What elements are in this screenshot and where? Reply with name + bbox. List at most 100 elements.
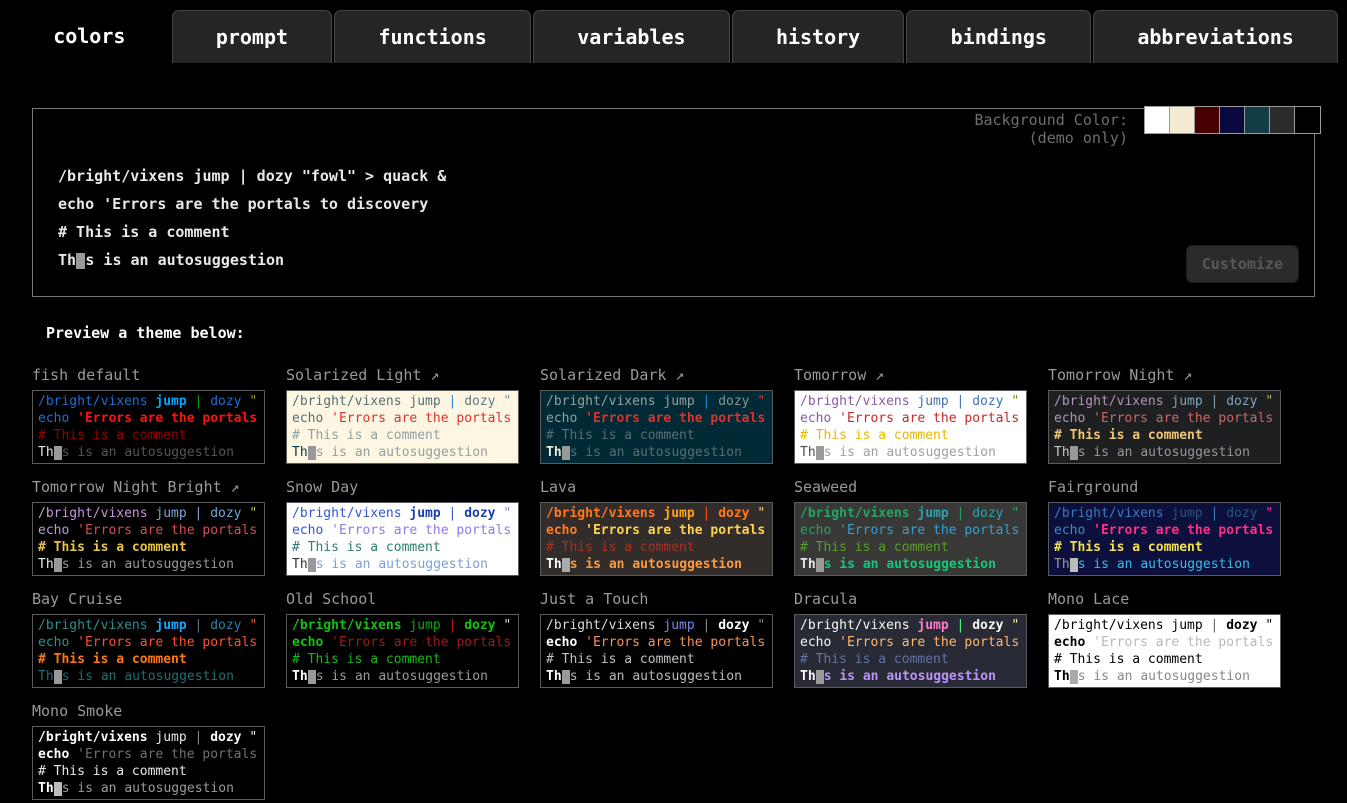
theme-solarized-light[interactable]: Solarized Light ↗/bright/vixens jump | d… — [286, 365, 519, 464]
theme-preview[interactable]: /bright/vixens jump | dozy "echo 'Errors… — [286, 502, 519, 576]
code-line: /bright/vixens jump | dozy " — [546, 505, 767, 522]
code-line: Th s is an autosuggestion — [38, 556, 259, 573]
tab-abbreviations[interactable]: abbreviations — [1093, 10, 1338, 63]
theme-lava[interactable]: Lava/bright/vixens jump | dozy "echo 'Er… — [540, 477, 773, 576]
code-segment: /bright/vixens — [292, 506, 409, 521]
code-line: # This is a comment — [38, 539, 259, 556]
theme-preview[interactable]: /bright/vixens jump | dozy "echo 'Errors… — [540, 502, 773, 576]
code-segment: | — [195, 506, 211, 521]
code-segment: echo — [38, 635, 77, 650]
theme-preview[interactable]: /bright/vixens jump | dozy "echo 'Errors… — [286, 614, 519, 688]
code-segment: " — [1265, 618, 1273, 633]
theme-tomorrow-night-bright[interactable]: Tomorrow Night Bright ↗/bright/vixens ju… — [32, 477, 265, 576]
background-color-label-line1: Background Color: — [974, 111, 1128, 129]
tab-functions[interactable]: functions — [334, 10, 531, 63]
code-segment: # This is a comment — [1054, 540, 1203, 555]
code-line: echo 'Errors are the portals — [800, 410, 1021, 427]
tab-colors[interactable]: colors — [9, 6, 170, 63]
code-line: echo 'Errors are the portals — [546, 634, 767, 651]
external-link-icon[interactable]: ↗ — [421, 366, 439, 384]
theme-solarized-dark[interactable]: Solarized Dark ↗/bright/vixens jump | do… — [540, 365, 773, 464]
bg-swatch-3[interactable] — [1195, 107, 1220, 133]
theme-preview[interactable]: /bright/vixens jump | dozy "echo 'Errors… — [794, 502, 1027, 576]
bg-swatch-7[interactable] — [1295, 107, 1320, 133]
theme-mono-smoke[interactable]: Mono Smoke/bright/vixens jump | dozy "ec… — [32, 701, 265, 800]
theme-preview[interactable]: /bright/vixens jump | dozy "echo 'Errors… — [32, 502, 265, 576]
theme-preview[interactable]: /bright/vixens jump | dozy "echo 'Errors… — [540, 614, 773, 688]
theme-fish-default[interactable]: fish default/bright/vixens jump | dozy "… — [32, 365, 265, 464]
code-segment: s is an autosuggestion — [1078, 445, 1250, 460]
code-segment: s is an autosuggestion — [62, 669, 234, 684]
code-line: # This is a comment — [292, 539, 513, 556]
external-link-icon[interactable]: ↗ — [222, 478, 240, 496]
code-segment: dozy — [464, 394, 503, 409]
theme-seaweed[interactable]: Seaweed/bright/vixens jump | dozy "echo … — [794, 477, 1027, 576]
code-segment: | — [957, 394, 973, 409]
theme-just-a-touch[interactable]: Just a Touch/bright/vixens jump | dozy "… — [540, 589, 773, 688]
external-link-icon[interactable]: ↗ — [866, 366, 884, 384]
tab-bindings[interactable]: bindings — [906, 10, 1091, 63]
external-link-icon[interactable]: ↗ — [666, 366, 684, 384]
bg-swatch-4[interactable] — [1220, 107, 1245, 133]
theme-preview[interactable]: /bright/vixens jump | dozy "echo 'Errors… — [1048, 614, 1281, 688]
theme-bay-cruise[interactable]: Bay Cruise/bright/vixens jump | dozy "ec… — [32, 589, 265, 688]
theme-fairground[interactable]: Fairground/bright/vixens jump | dozy "ec… — [1048, 477, 1281, 576]
code-line: echo 'Errors are the portals — [800, 522, 1021, 539]
theme-preview[interactable]: /bright/vixens jump | dozy "echo 'Errors… — [32, 726, 265, 800]
theme-mono-lace[interactable]: Mono Lace/bright/vixens jump | dozy "ech… — [1048, 589, 1281, 688]
code-line: # This is a comment — [800, 651, 1021, 668]
bg-swatch-1[interactable] — [1145, 107, 1170, 133]
code-line: echo 'Errors are the portals — [1054, 634, 1275, 651]
tab-prompt[interactable]: prompt — [172, 10, 333, 63]
code-line: Th s is an autosuggestion — [38, 444, 259, 461]
code-line: echo 'Errors are the portals — [38, 746, 259, 763]
code-segment: jump — [917, 506, 956, 521]
cursor-block — [1070, 558, 1078, 572]
theme-title: Bay Cruise — [32, 589, 265, 609]
bg-swatch-2[interactable] — [1170, 107, 1195, 133]
theme-preview[interactable]: /bright/vixens jump | dozy "echo 'Errors… — [1048, 502, 1281, 576]
bg-swatch-5[interactable] — [1245, 107, 1270, 133]
code-line: # This is a comment — [546, 539, 767, 556]
tab-bar: colorspromptfunctionsvariableshistorybin… — [0, 0, 1347, 63]
code-segment: " — [249, 618, 257, 633]
theme-preview[interactable]: /bright/vixens jump | dozy "echo 'Errors… — [540, 390, 773, 464]
cursor-block — [816, 558, 824, 572]
background-color-label: Background Color: (demo only) — [974, 111, 1128, 147]
theme-preview[interactable]: /bright/vixens jump | dozy "echo 'Errors… — [32, 390, 265, 464]
bg-swatch-6[interactable] — [1270, 107, 1295, 133]
external-link-icon[interactable]: ↗ — [1174, 366, 1192, 384]
theme-preview[interactable]: /bright/vixens jump | dozy "echo 'Errors… — [1048, 390, 1281, 464]
code-segment: 'Errors are the portals — [1093, 411, 1273, 426]
theme-snow-day[interactable]: Snow Day/bright/vixens jump | dozy "echo… — [286, 477, 519, 576]
theme-title: Tomorrow ↗ — [794, 365, 1027, 385]
code-segment: | — [703, 394, 719, 409]
background-color-label-line2: (demo only) — [974, 129, 1128, 147]
code-segment: dozy — [718, 394, 757, 409]
code-line: Th s is an autosuggestion — [58, 246, 1314, 274]
theme-old-school[interactable]: Old School/bright/vixens jump | dozy "ec… — [286, 589, 519, 688]
cursor-block — [54, 782, 62, 796]
theme-tomorrow[interactable]: Tomorrow ↗ /bright/vixens jump | dozy "ec… — [794, 365, 1027, 464]
code-line: /bright/vixens jump | dozy " — [546, 617, 767, 634]
theme-preview[interactable]: /bright/vixens jump | dozy "echo 'Errors… — [794, 614, 1027, 688]
code-line: Th s is an autosuggestion — [38, 780, 259, 797]
tab-history[interactable]: history — [732, 10, 905, 63]
tab-variables[interactable]: variables — [533, 10, 730, 63]
customize-button[interactable]: Customize — [1186, 245, 1299, 283]
code-segment: | — [195, 618, 211, 633]
code-segment: s is an autosuggestion — [570, 445, 742, 460]
code-line: echo 'Errors are the portals — [292, 522, 513, 539]
code-line: Th s is an autosuggestion — [546, 444, 767, 461]
code-segment: jump — [1171, 506, 1210, 521]
code-segment: dozy — [210, 394, 249, 409]
cursor-block — [308, 670, 316, 684]
theme-tomorrow-night[interactable]: Tomorrow Night ↗/bright/vixens jump | do… — [1048, 365, 1281, 464]
code-segment: Th — [38, 557, 54, 572]
theme-grid: fish default/bright/vixens jump | dozy "… — [32, 365, 1347, 800]
theme-preview[interactable]: /bright/vixens jump | dozy "echo 'Errors… — [286, 390, 519, 464]
code-segment: Th — [38, 669, 54, 684]
theme-dracula[interactable]: Dracula/bright/vixens jump | dozy "echo … — [794, 589, 1027, 688]
theme-preview[interactable]: /bright/vixens jump | dozy "echo 'Errors… — [794, 390, 1027, 464]
theme-preview[interactable]: /bright/vixens jump | dozy "echo 'Errors… — [32, 614, 265, 688]
